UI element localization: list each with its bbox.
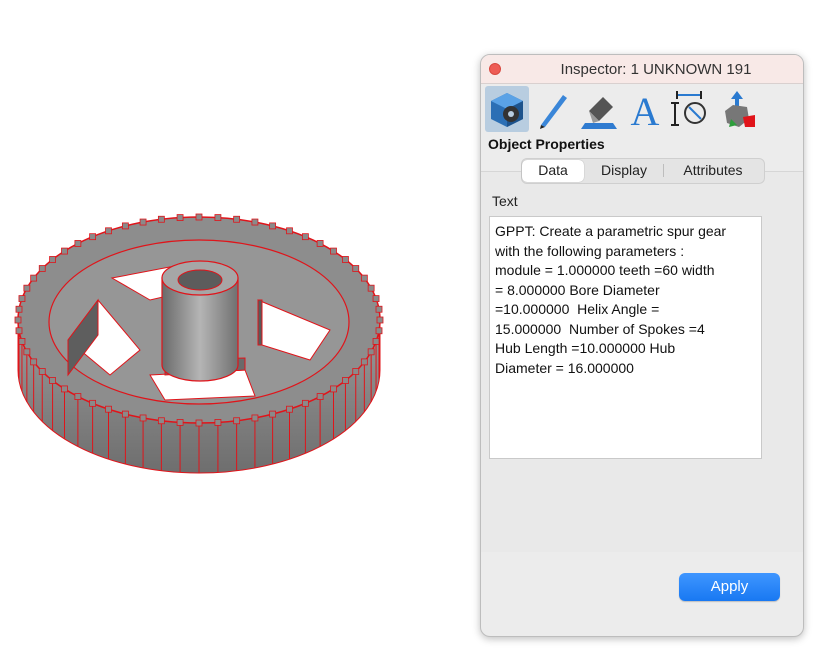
gear-tooth <box>316 393 324 400</box>
gear-tooth <box>269 410 277 418</box>
gear-tooth <box>330 247 337 255</box>
section-title: Object Properties <box>488 136 605 152</box>
gear-tooth <box>375 327 383 335</box>
gear-tooth <box>195 419 203 427</box>
gear-tooth <box>367 284 375 292</box>
gear-tooth <box>233 215 241 223</box>
gear-tooth <box>375 305 383 313</box>
tab-attributes[interactable]: Attributes <box>664 159 762 181</box>
gear-tooth <box>342 377 349 384</box>
gear-tooth <box>214 214 222 221</box>
inspector-window: Inspector: 1 UNKNOWN 191 A Object Proper… <box>480 54 804 637</box>
gear-tooth <box>89 233 97 241</box>
gear-tooth <box>376 316 384 324</box>
gear-tooth <box>214 419 222 426</box>
gear-tooth <box>286 405 293 413</box>
object-properties-tool-button[interactable] <box>485 86 529 132</box>
gear-tooth <box>61 247 68 255</box>
gear-tooth <box>372 338 380 345</box>
svg-text:A: A <box>631 89 660 129</box>
gear-tooth <box>15 327 23 335</box>
3d-viewport[interactable] <box>0 0 470 648</box>
gear-tooth <box>195 213 203 221</box>
gear-tooth <box>61 385 68 393</box>
gear-tooth <box>316 240 324 247</box>
gear-tooth <box>233 417 241 425</box>
gear-tooth <box>23 348 31 356</box>
paint-bucket-icon <box>581 97 617 129</box>
gear-tooth <box>139 218 147 226</box>
gear-tooth <box>367 348 375 356</box>
gear-tooth <box>352 368 360 375</box>
gear-tooth <box>49 377 56 384</box>
text-icon: A <box>631 89 660 129</box>
gear-tooth <box>342 256 349 263</box>
gear-cube-icon <box>491 93 523 127</box>
gear-tooth <box>105 227 112 235</box>
gear-tooth <box>89 399 97 407</box>
gear-tooth <box>176 214 184 221</box>
spur-gear-model[interactable] <box>0 200 400 490</box>
gear-tooth <box>30 358 38 366</box>
text-tool-button[interactable]: A <box>623 86 667 132</box>
gear-tooth <box>301 233 309 241</box>
paint-tool-button[interactable] <box>577 86 621 132</box>
gear-tooth <box>139 414 147 422</box>
tab-display[interactable]: Display <box>584 159 664 181</box>
gear-tooth <box>15 305 23 313</box>
tab-bar: Data Display Attributes <box>521 158 765 184</box>
pen-icon <box>540 95 567 129</box>
gear-tooth <box>121 222 129 230</box>
gear-tooth <box>176 419 184 426</box>
title-bar[interactable]: Inspector: 1 UNKNOWN 191 <box>481 55 803 84</box>
gear-tooth <box>18 338 26 345</box>
tab-data[interactable]: Data <box>522 160 584 182</box>
gear-tooth <box>157 215 165 223</box>
pen-tool-button[interactable] <box>531 86 575 132</box>
gear-tooth <box>38 265 46 272</box>
gear-tooth <box>18 295 26 302</box>
gear-tooth <box>74 393 82 400</box>
gear-tooth <box>251 414 259 422</box>
gear-tooth <box>30 274 38 282</box>
gear-tooth <box>251 218 259 226</box>
gear-tooth <box>301 399 309 407</box>
gear-tooth <box>74 240 82 247</box>
gear-tooth <box>286 227 293 235</box>
gear-tooth <box>49 256 56 263</box>
window-title: Inspector: 1 UNKNOWN 191 <box>560 61 752 78</box>
inspector-toolbar: A <box>485 86 801 132</box>
gear-tooth <box>121 410 129 418</box>
text-area[interactable]: GPPT: Create a parametric spur gear with… <box>489 216 762 459</box>
close-window-button[interactable] <box>489 63 501 75</box>
gear-tooth <box>360 358 368 366</box>
gear-tooth <box>352 265 360 272</box>
gear-tooth <box>105 405 112 413</box>
gear-tooth <box>23 284 31 292</box>
text-field-label: Text <box>492 193 518 209</box>
dimension-tool-button[interactable] <box>669 86 713 132</box>
transform-tool-button[interactable] <box>715 86 759 132</box>
gear-tooth <box>269 222 277 230</box>
gear-tooth <box>14 316 22 324</box>
transform-hand-icon <box>725 91 755 127</box>
dimension-icon <box>671 91 706 126</box>
apply-button[interactable]: Apply <box>679 573 780 601</box>
gear-tooth <box>330 385 337 393</box>
gear-tooth <box>372 295 380 302</box>
gear-tooth <box>360 274 368 282</box>
gear-tooth <box>157 417 165 425</box>
gear-tooth <box>38 368 46 375</box>
